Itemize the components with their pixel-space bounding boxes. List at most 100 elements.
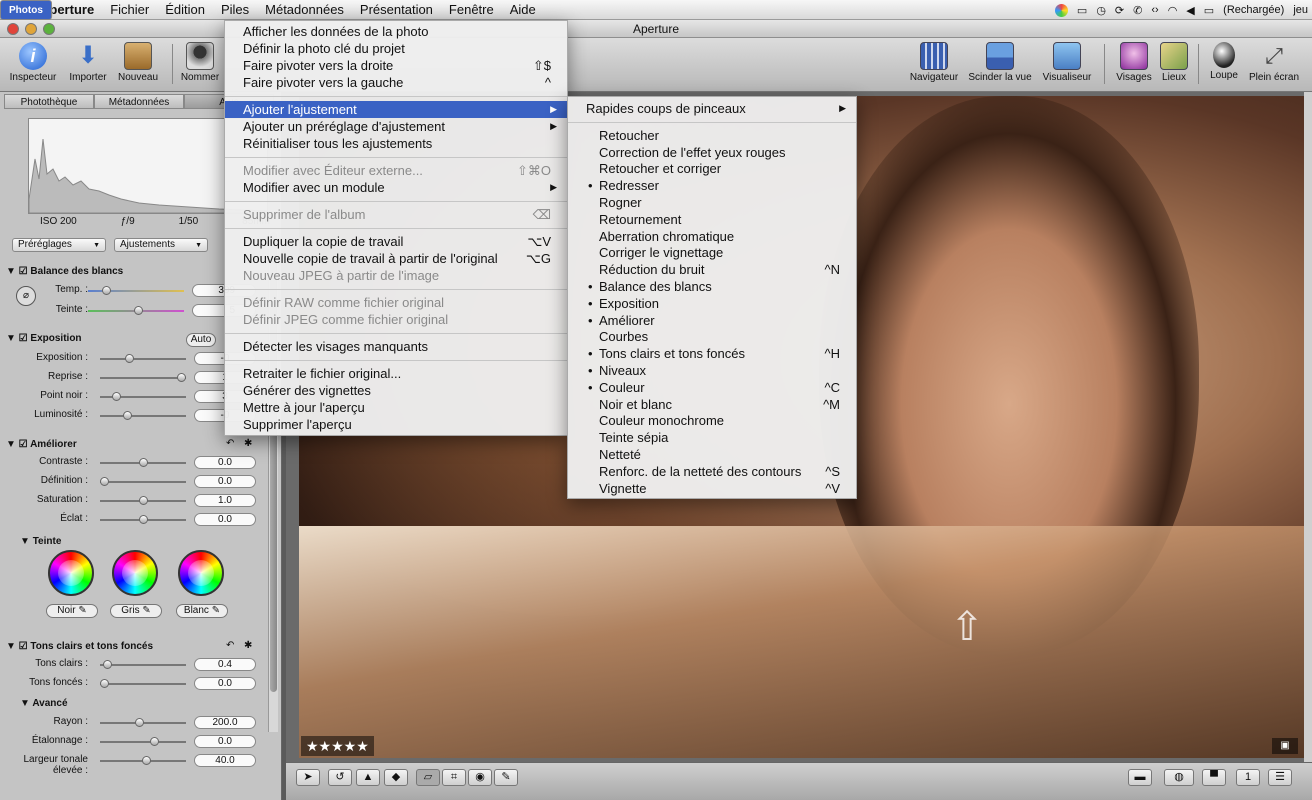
hud-icon[interactable]: ▀ xyxy=(1202,769,1226,786)
menu-item[interactable]: Modifier avec Éditeur externe... ⇧⌘O xyxy=(225,162,567,179)
temp-slider-knob[interactable] xyxy=(102,286,111,295)
highlights-shadows-row-slider-knob[interactable] xyxy=(100,679,109,688)
exposure-row-slider[interactable] xyxy=(100,411,186,420)
single-view-icon[interactable]: 1 xyxy=(1236,769,1260,786)
full-screen-button[interactable]: ⤢ Plein écran xyxy=(1246,42,1302,83)
new-button[interactable]: Nouveau xyxy=(114,42,162,83)
menu-item[interactable]: Couleur monochrome xyxy=(568,412,856,429)
phone-icon[interactable]: ✆ xyxy=(1133,4,1142,17)
menu-edition[interactable]: Édition xyxy=(157,0,213,20)
monitor-icon[interactable]: ▭ xyxy=(1077,4,1087,17)
volume-icon[interactable]: ◀ xyxy=(1186,4,1194,17)
highlights-shadows-row-field[interactable]: 0.0 xyxy=(194,677,256,690)
enhance-row-slider-knob[interactable] xyxy=(138,496,148,505)
menu-item[interactable]: Rogner xyxy=(568,194,856,211)
advanced-row-slider[interactable] xyxy=(100,737,186,746)
highlights-shadows-row-slider[interactable] xyxy=(100,660,186,669)
viewer-button[interactable]: Visualiseur xyxy=(1038,42,1096,83)
enhance-row-slider[interactable] xyxy=(100,458,186,467)
brush-tool-icon[interactable]: ✎ xyxy=(494,769,518,786)
code-icon[interactable]: ‹› xyxy=(1151,4,1158,16)
stamp-tool-icon[interactable]: ◆ xyxy=(384,769,408,786)
white-eyedropper-button[interactable]: Blanc ✎ xyxy=(176,604,228,618)
tab-phototheque[interactable]: Photothèque xyxy=(4,94,94,109)
split-view-button[interactable]: Scinder la vue xyxy=(966,42,1034,83)
inspector-button[interactable]: i Inspecteur xyxy=(6,42,60,83)
advanced-row-slider[interactable] xyxy=(100,756,186,765)
menu-metadonnees[interactable]: Métadonnées xyxy=(257,0,352,20)
menu-piles[interactable]: Piles xyxy=(213,0,257,20)
minimize-window-button[interactable] xyxy=(25,23,37,35)
highlights-shadows-row-field[interactable]: 0.4 xyxy=(194,658,256,671)
viewer-scrollbar[interactable] xyxy=(1304,92,1312,762)
menu-item[interactable]: Dupliquer la copie de travail ⌥V xyxy=(225,233,567,250)
menu-item[interactable]: Rapides coups de pinceaux ▶ xyxy=(568,100,856,117)
menu-item[interactable]: • Tons clairs et tons foncés ^H xyxy=(568,345,856,362)
menu-item[interactable]: • Exposition xyxy=(568,295,856,312)
sync-icon[interactable]: ⟳ xyxy=(1115,4,1124,17)
menu-item[interactable]: • Niveaux xyxy=(568,362,856,379)
menu-item[interactable]: Aberration chromatique xyxy=(568,228,856,245)
menu-item[interactable]: Réduction du bruit ^N xyxy=(568,261,856,278)
white-balance-header[interactable]: ▼ ☑ Balance des blancs xyxy=(6,266,123,277)
auto-exposure-button[interactable]: Auto xyxy=(186,333,216,347)
color-wheel-gray[interactable] xyxy=(112,550,158,596)
menu-item[interactable]: Retoucher xyxy=(568,127,856,144)
enhance-row-field[interactable]: 0.0 xyxy=(194,475,256,488)
menu-item[interactable]: • Couleur ^C xyxy=(568,379,856,396)
exposure-header[interactable]: ▼ ☑ Exposition xyxy=(6,333,82,344)
menu-item[interactable]: Noir et blanc ^M xyxy=(568,396,856,413)
enhance-row-slider[interactable] xyxy=(100,515,186,524)
gray-eyedropper-button[interactable]: Gris ✎ xyxy=(110,604,162,618)
menu-item[interactable]: Nouvelle copie de travail à partir de l'… xyxy=(225,250,567,267)
menu-item[interactable]: Générer des vignettes xyxy=(225,382,567,399)
menu-item[interactable]: Correction de l'effet yeux rouges xyxy=(568,144,856,161)
menu-item[interactable]: Supprimer l'aperçu xyxy=(225,416,567,433)
menu-item[interactable]: Définir la photo clé du projet xyxy=(225,40,567,57)
wifi-icon[interactable]: ◠ xyxy=(1168,4,1178,17)
enhance-row-slider-knob[interactable] xyxy=(100,477,109,486)
presets-popup[interactable]: Préréglages ▼ xyxy=(12,238,106,252)
menu-item[interactable]: Détecter les visages manquants xyxy=(225,338,567,355)
view-options-icon[interactable]: ◍ xyxy=(1164,769,1194,786)
color-wheel-black[interactable] xyxy=(48,550,94,596)
clock[interactable]: jeu xyxy=(1293,4,1308,16)
select-tool-icon[interactable]: ➤ xyxy=(296,769,320,786)
time-machine-icon[interactable]: ◷ xyxy=(1096,4,1106,17)
menu-item[interactable]: Retraiter le fichier original... xyxy=(225,365,567,382)
highlights-shadows-header[interactable]: ▼ ☑ Tons clairs et tons foncés xyxy=(6,641,153,652)
enhance-row-field[interactable]: 1.0 xyxy=(194,494,256,507)
exposure-row-slider-knob[interactable] xyxy=(123,411,133,420)
reset-icon[interactable]: ↶ xyxy=(226,438,234,449)
menu-item[interactable]: Modifier avec un module ▶ xyxy=(225,179,567,196)
enhance-header[interactable]: ▼ ☑ Améliorer xyxy=(6,439,77,450)
highlights-shadows-row-slider-knob[interactable] xyxy=(103,660,113,669)
photo-rating[interactable]: ★★★★★ xyxy=(301,736,374,756)
enhance-row-slider-knob[interactable] xyxy=(138,458,148,467)
loupe-button[interactable]: Loupe xyxy=(1204,42,1244,81)
enhance-row-field[interactable]: 0.0 xyxy=(194,456,256,469)
enhance-row-slider-knob[interactable] xyxy=(138,515,148,524)
menu-item[interactable]: Supprimer de l'album ⌫ xyxy=(225,206,567,223)
menu-item[interactable]: Courbes xyxy=(568,328,856,345)
menu-item[interactable]: • Améliorer xyxy=(568,312,856,329)
exposure-row-slider[interactable] xyxy=(100,354,186,363)
badge-icon[interactable]: ▣ xyxy=(1272,738,1298,754)
filmstrip-icon[interactable]: ☰ xyxy=(1268,769,1292,786)
menu-item[interactable]: Faire pivoter vers la gauche ^ xyxy=(225,74,567,91)
navigator-button[interactable]: Navigateur xyxy=(906,42,962,83)
adjustments-popup[interactable]: Ajustements ▼ xyxy=(114,238,208,252)
menu-item[interactable]: Renforc. de la netteté des contours ^S xyxy=(568,463,856,480)
menu-photos[interactable]: Photos xyxy=(0,0,52,20)
menu-fichier[interactable]: Fichier xyxy=(102,0,157,20)
battery-status[interactable]: (Rechargée) xyxy=(1223,4,1284,16)
menu-item[interactable]: Vignette ^V xyxy=(568,480,856,497)
advanced-row-slider-knob[interactable] xyxy=(142,756,152,765)
temp-slider[interactable] xyxy=(88,286,184,295)
advanced-row-field[interactable]: 40.0 xyxy=(194,754,256,767)
menu-aide[interactable]: Aide xyxy=(502,0,544,20)
exposure-row-slider[interactable] xyxy=(100,392,186,401)
menu-item[interactable]: Afficher les données de la photo xyxy=(225,23,567,40)
advanced-row-field[interactable]: 200.0 xyxy=(194,716,256,729)
enhance-row-slider[interactable] xyxy=(100,477,186,486)
